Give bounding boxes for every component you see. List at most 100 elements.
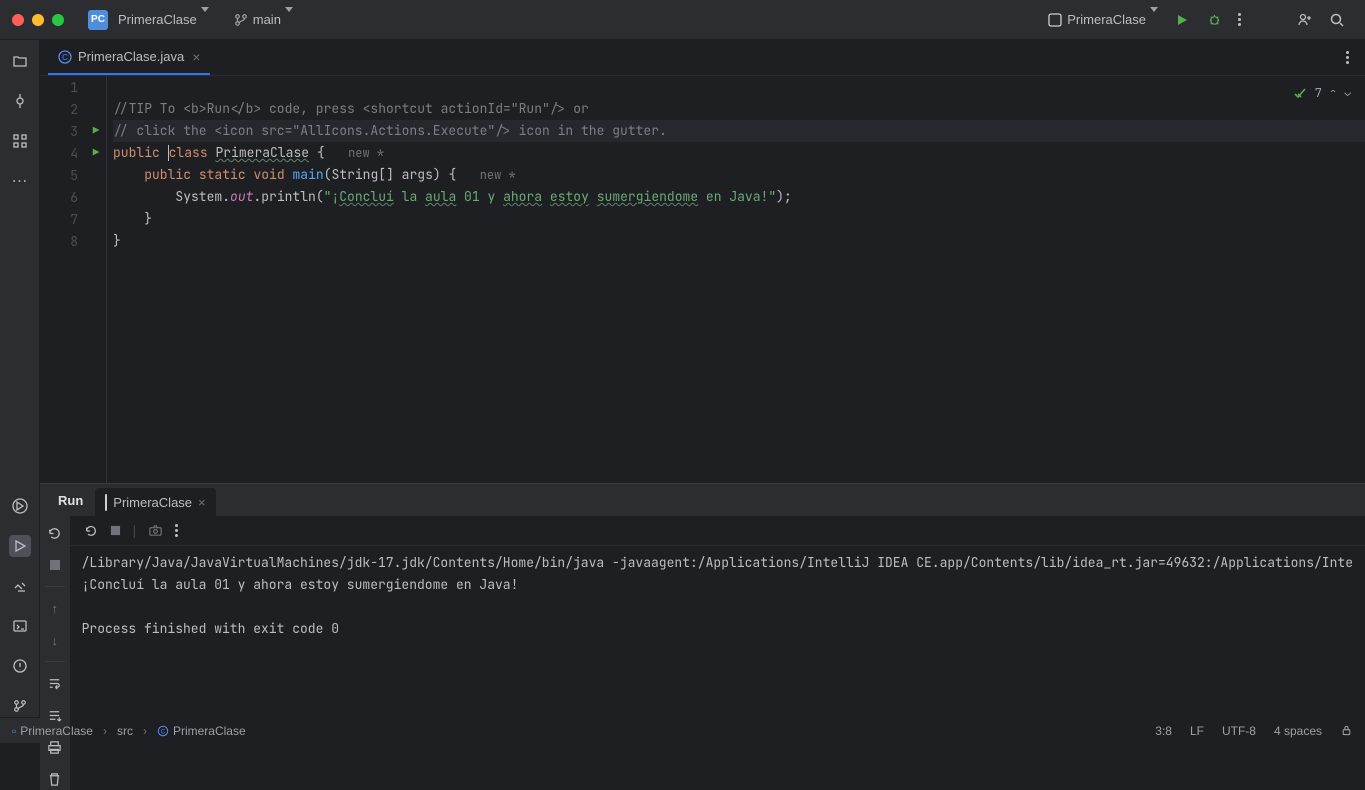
project-name-label: PrimeraClase [118, 12, 197, 27]
close-window-button[interactable] [12, 14, 24, 26]
run-item-label: PrimeraClase [113, 495, 192, 510]
close-run-tab-button[interactable]: × [198, 495, 206, 510]
code-text: "¡ [324, 188, 340, 205]
window-controls [12, 14, 64, 26]
console-toolbar: | [70, 516, 1365, 546]
readonly-toggle[interactable] [1340, 724, 1353, 738]
console-output[interactable]: /Library/Java/JavaVirtualMachines/jdk-17… [70, 546, 1365, 646]
code-with-me-button[interactable] [1289, 8, 1321, 32]
file-encoding[interactable]: UTF-8 [1222, 724, 1256, 738]
debug-button[interactable] [1198, 8, 1230, 32]
soft-wrap-button[interactable] [44, 672, 66, 694]
run-panel-title: Run [50, 493, 91, 508]
code-text: class [169, 144, 208, 161]
code-text: } [113, 210, 152, 227]
build-tool-button[interactable] [9, 575, 31, 597]
maximize-window-button[interactable] [52, 14, 64, 26]
down-stack-button[interactable]: ↓ [44, 629, 66, 651]
services-tool-button[interactable] [9, 495, 31, 517]
branch-icon [233, 12, 249, 28]
run-tool-button[interactable] [9, 535, 31, 557]
run-config-selector[interactable]: PrimeraClase [1039, 8, 1166, 32]
commit-tool-button[interactable] [9, 90, 31, 112]
code-text: public [113, 144, 160, 161]
code-text: out [230, 188, 253, 205]
close-tab-button[interactable]: × [190, 49, 200, 65]
code-text: main [292, 166, 323, 183]
code-text: sumergiendome [597, 188, 698, 205]
crumb-label: PrimeraClase [173, 724, 246, 738]
run-toolbar: ↑ ↓ [40, 516, 70, 790]
project-badge-icon: PC [88, 10, 108, 30]
line-number: 7 [40, 211, 86, 228]
project-selector[interactable]: PC PrimeraClase [80, 6, 217, 34]
code-text: void [253, 166, 284, 183]
titlebar: PC PrimeraClase main PrimeraClase [0, 0, 1365, 40]
git-tool-button[interactable] [9, 695, 31, 717]
run-gutter-icon[interactable]: ▶ [93, 124, 100, 138]
console-more-button[interactable] [175, 524, 178, 537]
code-text: (String[] args) { [324, 166, 457, 183]
code-text [542, 188, 550, 205]
run-panel-tabs: Run PrimeraClase × [40, 484, 1365, 516]
code-text: PrimeraClase [215, 144, 309, 161]
camera-button[interactable] [148, 523, 163, 538]
search-everywhere-button[interactable] [1321, 8, 1353, 32]
stop-button[interactable] [44, 554, 66, 576]
line-number: 6 [40, 189, 86, 206]
editor-tabs-more-button[interactable] [1338, 47, 1357, 68]
java-class-icon: C [58, 50, 72, 64]
code-text: static [199, 166, 246, 183]
code-text: estoy [550, 188, 589, 205]
tab-primeraclase-java[interactable]: C PrimeraClase.java × [48, 40, 210, 75]
console-line: /Library/Java/JavaVirtualMachines/jdk-17… [82, 554, 1353, 571]
editor-tabs: C PrimeraClase.java × [40, 40, 1365, 76]
more-vertical-icon [1238, 13, 1241, 26]
search-icon [1329, 12, 1345, 28]
chevron-down-icon [201, 12, 209, 27]
breadcrumb[interactable]: ▫ PrimeraClase › src › C PrimeraClase [12, 724, 246, 738]
run-gutter-icon[interactable]: ▶ [93, 146, 100, 160]
up-stack-button[interactable]: ↑ [44, 597, 66, 619]
code-text: aula [425, 188, 456, 205]
code-text: .println( [253, 188, 323, 205]
indent-setting[interactable]: 4 spaces [1274, 724, 1322, 738]
project-tool-button[interactable] [9, 50, 31, 72]
vcs-branch-selector[interactable]: main [225, 8, 301, 32]
stop-inline-button[interactable] [110, 525, 121, 536]
inlay-hint: new * [348, 145, 384, 161]
application-icon [105, 495, 107, 510]
branch-name-label: main [253, 12, 281, 27]
tab-label: PrimeraClase.java [78, 49, 184, 64]
line-number: 4 [40, 145, 86, 162]
code-text: public [144, 166, 191, 183]
problems-tool-button[interactable] [9, 655, 31, 677]
chevron-down-icon [285, 12, 293, 27]
more-tools-button[interactable]: ⋯ [9, 170, 31, 192]
code-text: } [113, 232, 121, 249]
application-icon [1047, 12, 1063, 28]
code-area[interactable]: //TIP To <b>Run</b> code, press <shortcu… [107, 76, 1365, 483]
editor[interactable]: 1 2 3▶ 4▶ 5 6 7 8 //TIP To <b>Run</b> co… [40, 76, 1365, 483]
gutter: 1 2 3▶ 4▶ 5 6 7 8 [40, 76, 106, 483]
line-separator[interactable]: LF [1190, 724, 1204, 738]
svg-text:C: C [161, 729, 166, 735]
line-number: 3 [40, 123, 86, 140]
rerun-inline-button[interactable] [84, 524, 98, 538]
left-tool-rail: ⋯ [0, 40, 40, 717]
run-tab-item[interactable]: PrimeraClase × [95, 488, 215, 516]
structure-tool-button[interactable] [9, 130, 31, 152]
run-tool-window: Run PrimeraClase × ↑ ↓ [40, 483, 1365, 717]
console-line: Process finished with exit code 0 [82, 620, 339, 637]
minimize-window-button[interactable] [32, 14, 44, 26]
trash-button[interactable] [44, 768, 66, 790]
code-text: ahora [503, 188, 542, 205]
run-button[interactable] [1166, 8, 1198, 32]
more-actions-button[interactable] [1230, 9, 1249, 30]
run-console: | /Library/Java/JavaVirtualMachines/jdk-… [70, 516, 1365, 790]
print-button[interactable] [44, 736, 66, 758]
run-icon [1174, 12, 1190, 28]
cursor-position[interactable]: 3:8 [1155, 724, 1172, 738]
terminal-tool-button[interactable] [9, 615, 31, 637]
rerun-button[interactable] [44, 522, 66, 544]
